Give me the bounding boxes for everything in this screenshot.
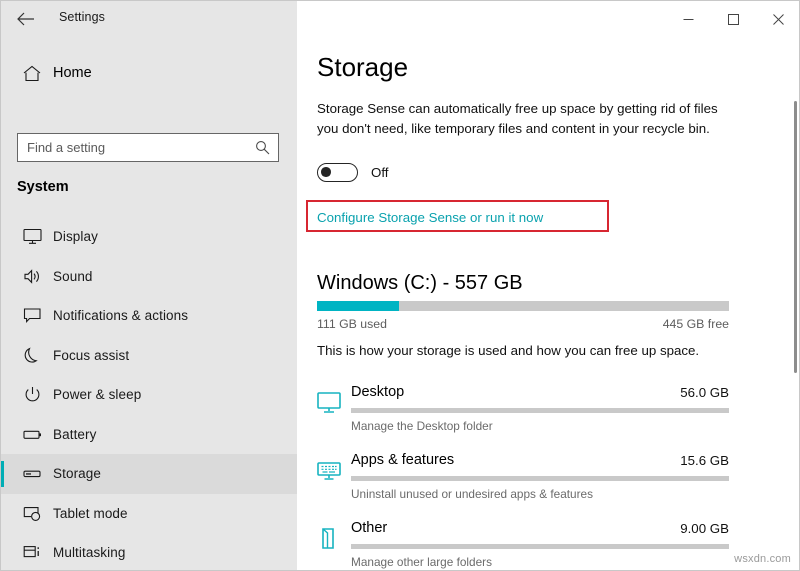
toggle-switch-knob [321, 167, 331, 177]
drive-free-label: 445 GB free [317, 317, 729, 331]
toggle-switch-track [317, 163, 358, 182]
sidebar-item-notifications[interactable]: Notifications & actions [1, 296, 297, 336]
sidebar-item-power-sleep[interactable]: Power & sleep [1, 375, 297, 415]
maximize-button[interactable] [711, 1, 756, 37]
speaker-icon [11, 268, 53, 285]
sidebar-item-label: Sound [53, 269, 93, 284]
home-icon [11, 65, 53, 82]
sidebar-item-label: Multitasking [53, 545, 125, 560]
sidebar-section-title: System [17, 179, 69, 195]
sidebar-item-label: Power & sleep [53, 387, 141, 402]
sidebar-item-storage[interactable]: Storage [1, 454, 297, 494]
title-bar: Settings [1, 1, 800, 37]
category-bar-track [351, 408, 729, 413]
folder-page-icon [315, 525, 343, 553]
category-size: 9.00 GB [351, 521, 729, 536]
sidebar-item-label: Storage [53, 466, 101, 481]
search-placeholder: Find a setting [18, 140, 255, 155]
sidebar-item-label: Tablet mode [53, 506, 128, 521]
drive-subtitle: This is how your storage is used and how… [317, 343, 699, 358]
category-size: 15.6 GB [351, 453, 729, 468]
sidebar-item-home[interactable]: Home [1, 56, 297, 90]
storage-category-row[interactable]: Desktop 56.0 GB Manage the Desktop folde… [297, 379, 800, 447]
sidebar-item-battery[interactable]: Battery [1, 415, 297, 455]
drive-title: Windows (C:) - 557 GB [317, 272, 523, 295]
sidebar-home-label: Home [53, 65, 92, 81]
page-title: Storage [317, 52, 408, 83]
apps-grid-icon [315, 457, 343, 485]
toggle-state-label: Off [371, 165, 389, 180]
search-icon [255, 140, 278, 155]
sidebar-item-multitasking[interactable]: Multitasking [1, 533, 297, 571]
sidebar: Home Find a setting System [1, 37, 297, 571]
drive-usage-fill [317, 301, 399, 311]
sidebar-item-display[interactable]: Display [1, 217, 297, 257]
category-description: Uninstall unused or undesired apps & fea… [351, 487, 593, 501]
sidebar-item-label: Battery [53, 427, 96, 442]
category-bar-track [351, 544, 729, 549]
power-icon [11, 386, 53, 403]
storage-category-list: Desktop 56.0 GB Manage the Desktop folde… [297, 379, 800, 571]
watermark: wsxdn.com [734, 553, 791, 565]
maximize-icon [728, 14, 739, 25]
tablet-icon [11, 505, 53, 522]
configure-storage-sense-link[interactable]: Configure Storage Sense or run it now [317, 210, 543, 225]
category-size: 56.0 GB [351, 385, 729, 400]
storage-category-row[interactable]: Apps & features 15.6 GB Uninstall unused… [297, 447, 800, 515]
main-content: Storage Storage Sense can automatically … [297, 37, 800, 571]
sidebar-item-sound[interactable]: Sound [1, 257, 297, 297]
sidebar-item-focus-assist[interactable]: Focus assist [1, 336, 297, 376]
close-button[interactable] [756, 1, 800, 37]
storage-sense-description: Storage Sense can automatically free up … [317, 99, 737, 139]
storage-sense-toggle[interactable]: Off [317, 163, 389, 182]
vertical-scrollbar[interactable] [794, 101, 797, 373]
drive-icon [11, 465, 53, 482]
desktop-monitor-icon [315, 389, 343, 417]
category-description: Manage other large folders [351, 555, 492, 569]
sidebar-item-label: Display [53, 229, 98, 244]
moon-icon [11, 347, 53, 364]
chat-bubble-icon [11, 307, 53, 324]
search-input[interactable]: Find a setting [17, 133, 279, 162]
settings-window: Settings [0, 0, 800, 571]
minimize-button[interactable] [666, 1, 711, 37]
back-arrow-icon [16, 12, 35, 26]
battery-icon [11, 426, 53, 443]
multitasking-icon [11, 544, 53, 561]
window-title: Settings [59, 10, 105, 24]
storage-category-row[interactable]: Other 9.00 GB Manage other large folders [297, 515, 800, 571]
sidebar-item-label: Notifications & actions [53, 308, 188, 323]
close-icon [773, 14, 784, 25]
drive-usage-bar [317, 301, 729, 311]
category-description: Manage the Desktop folder [351, 419, 493, 433]
sidebar-nav-list: Display Sound [1, 217, 297, 571]
minimize-icon [683, 14, 694, 25]
back-button[interactable] [7, 5, 43, 33]
sidebar-item-tablet-mode[interactable]: Tablet mode [1, 494, 297, 534]
sidebar-item-label: Focus assist [53, 348, 129, 363]
category-bar-track [351, 476, 729, 481]
window-controls [666, 1, 800, 37]
monitor-icon [11, 228, 53, 245]
selection-indicator [1, 461, 4, 487]
